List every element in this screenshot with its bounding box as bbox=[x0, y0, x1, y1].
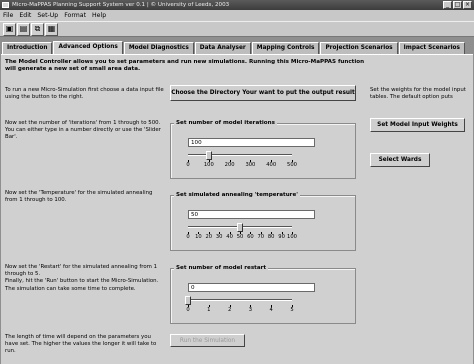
menu-file[interactable]: File bbox=[3, 12, 13, 19]
menu-setup[interactable]: Set-Up bbox=[37, 12, 58, 19]
window-icon[interactable]: ▣ bbox=[3, 22, 16, 36]
minimize-button[interactable]: _ bbox=[443, 1, 452, 9]
tab-advanced-options[interactable]: Advanced Options bbox=[53, 41, 123, 54]
restart-tick-label: 3 bbox=[248, 307, 253, 313]
restart-slider-track bbox=[188, 299, 292, 301]
restart-tick-label: 5 bbox=[290, 307, 294, 313]
restart-tick-label: 1 bbox=[207, 307, 211, 313]
restart-slider-thumb[interactable] bbox=[185, 296, 191, 305]
restart-group: Set number of model restart 0 0 1 2 3 4 5 bbox=[170, 265, 356, 324]
menu-help[interactable]: Help bbox=[92, 12, 106, 19]
restart-note: Now set the 'Restart' for the simulated … bbox=[5, 264, 159, 292]
intro-text: The Model Controller allows you to set p… bbox=[5, 59, 365, 72]
iterations-tick-label: 0 bbox=[186, 162, 190, 168]
restart-title: Set number of model restart bbox=[174, 265, 269, 272]
weights-note: Set the weights for the model input tabl… bbox=[370, 87, 466, 101]
iterations-tick-label: 400 bbox=[266, 162, 277, 168]
run-simulation-button[interactable]: Run the Simulation bbox=[170, 334, 245, 347]
select-wards-button[interactable]: Select Wards bbox=[370, 153, 430, 167]
iterations-tick-label: 200 bbox=[224, 162, 235, 168]
properties-icon[interactable]: ▦ bbox=[45, 22, 58, 36]
title-bar: Micro-MaPPAS Planning Support System ver… bbox=[0, 0, 474, 10]
length-note: The length of time will depend on the pa… bbox=[5, 334, 157, 355]
restart-slider[interactable]: 0 1 2 3 4 5 bbox=[185, 295, 294, 315]
temperature-slider[interactable]: 0 10 20 30 40 50 60 70 80 90 100 bbox=[186, 222, 297, 242]
iterations-slider[interactable]: 0 100 200 300 400 500 bbox=[186, 150, 297, 170]
app-icon bbox=[2, 2, 9, 8]
menu-bar: File Edit Set-Up Format Help bbox=[0, 10, 474, 21]
temperature-tick-label: 100 bbox=[287, 234, 297, 240]
restart-input[interactable]: 0 bbox=[188, 283, 315, 292]
iterations-note: Now set the number of 'iterations' from … bbox=[5, 120, 161, 141]
set-model-input-weights-button[interactable]: Set Model Input Weights bbox=[370, 118, 465, 132]
restart-tick-label: 4 bbox=[269, 307, 273, 313]
menu-format[interactable]: Format bbox=[64, 12, 86, 19]
iterations-input[interactable]: 100 bbox=[188, 138, 315, 147]
iterations-slider-track bbox=[188, 154, 292, 156]
layers-icon[interactable]: ⧉ bbox=[31, 22, 44, 36]
tab-mapping-controls[interactable]: Mapping Controls bbox=[251, 42, 320, 54]
maximize-button[interactable]: □ bbox=[453, 1, 462, 9]
tab-data-analyser[interactable]: Data Analyser bbox=[194, 42, 251, 54]
temperature-title: Set simulated annealing 'temperature' bbox=[174, 192, 300, 199]
directory-note: To run a new Micro-Simulation first choo… bbox=[5, 87, 164, 101]
temperature-note: Now set the 'Temperature' for the simula… bbox=[5, 190, 153, 204]
temperature-input[interactable]: 50 bbox=[188, 210, 315, 219]
tab-introduction[interactable]: Introduction bbox=[2, 42, 53, 54]
temperature-slider-thumb[interactable] bbox=[237, 223, 243, 232]
iterations-slider-thumb[interactable] bbox=[205, 151, 212, 160]
tab-impact-scenarios[interactable]: Impact Scenarios bbox=[398, 42, 465, 54]
iterations-tick-label: 300 bbox=[245, 162, 256, 168]
tab-strip: Introduction Advanced Options Model Diag… bbox=[2, 41, 466, 54]
toolbar: ▣ ▤ ⧉ ▦ bbox=[0, 21, 474, 37]
tab-projection-scenarios[interactable]: Projection Scenarios bbox=[320, 42, 398, 54]
tab-model-diagnostics[interactable]: Model Diagnostics bbox=[123, 42, 194, 54]
iterations-group: Set number of model iterations 100 0 100 2… bbox=[170, 120, 356, 179]
menu-edit[interactable]: Edit bbox=[19, 12, 31, 19]
iterations-title: Set number of model iterations bbox=[174, 120, 277, 127]
save-icon[interactable]: ▤ bbox=[17, 22, 30, 36]
restart-tick-label: 0 bbox=[186, 307, 190, 313]
iterations-tick-label: 500 bbox=[287, 162, 297, 168]
restart-tick-label: 2 bbox=[227, 307, 232, 313]
choose-directory-button[interactable]: Choose the Directory Your want to put th… bbox=[170, 85, 356, 101]
temperature-group: Set simulated annealing 'temperature' 50… bbox=[170, 192, 356, 251]
iterations-tick-label: 100 bbox=[203, 162, 214, 168]
window-title: Micro-MaPPAS Planning Support System ver… bbox=[12, 2, 230, 8]
close-button[interactable]: × bbox=[463, 1, 472, 9]
